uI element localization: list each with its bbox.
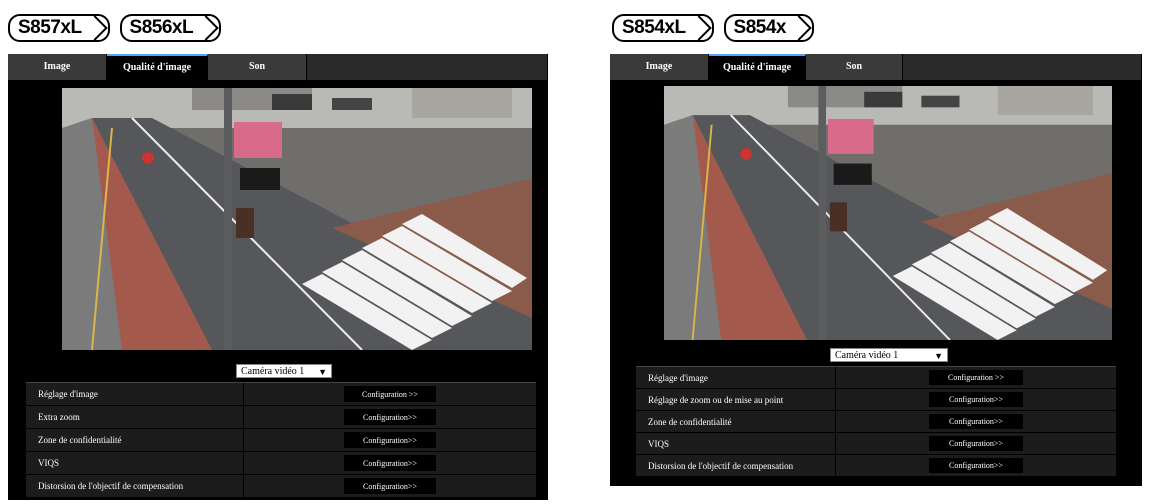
row-cell: Configuration>> (244, 406, 536, 428)
tab-audio[interactable]: Son (208, 54, 307, 80)
row-label: Réglage de zoom ou de mise au point (636, 389, 836, 410)
left-model-badges: S857xL S856xL (8, 14, 222, 42)
tab-bar-filler (307, 54, 548, 80)
camera-live-image (664, 86, 1112, 340)
settings-row: Réglage de zoom ou de mise au point Conf… (636, 389, 1116, 411)
row-cell: Configuration>> (244, 429, 536, 451)
settings-row: Réglage d'image Configuration >> (26, 383, 536, 406)
configuration-button[interactable]: Configuration>> (929, 414, 1023, 429)
configuration-button[interactable]: Configuration>> (344, 455, 436, 471)
chevron-down-icon: ▼ (318, 367, 327, 377)
row-label: Réglage d'image (636, 367, 836, 388)
tab-audio[interactable]: Son (806, 54, 903, 80)
right-camera-panel: Image Qualité d'image Son Caméra vidéo 1… (610, 54, 1142, 486)
camera-select[interactable]: Caméra vidéo 1 ▼ (830, 348, 948, 362)
configuration-button[interactable]: Configuration>> (929, 458, 1023, 473)
configuration-button[interactable]: Configuration>> (929, 392, 1023, 407)
settings-table: Réglage d'image Configuration >> Extra z… (26, 382, 536, 499)
row-label: Distorsion de l'objectif de compensation (636, 455, 836, 476)
settings-row: Distorsion de l'objectif de compensation… (636, 455, 1116, 477)
settings-row: VIQS Configuration>> (26, 452, 536, 475)
row-cell: Configuration>> (836, 455, 1116, 476)
model-badge: S856xL (119, 14, 222, 42)
row-cell: Configuration>> (836, 411, 1116, 432)
row-label: Zone de confidentialité (26, 429, 244, 451)
row-label: Distorsion de l'objectif de compensation (26, 475, 244, 497)
configuration-button[interactable]: Configuration >> (344, 386, 436, 402)
configuration-button[interactable]: Configuration>> (344, 478, 436, 494)
settings-row: Extra zoom Configuration>> (26, 406, 536, 429)
configuration-button[interactable]: Configuration >> (929, 370, 1023, 385)
settings-table: Réglage d'image Configuration >> Réglage… (636, 366, 1116, 481)
settings-row: Distorsion de l'objectif de compensation… (26, 475, 536, 498)
row-label: Extra zoom (26, 406, 244, 428)
row-cell: Configuration>> (836, 389, 1116, 410)
row-cell: Configuration >> (836, 367, 1116, 388)
tab-image-quality[interactable]: Qualité d'image (107, 54, 208, 80)
row-cell: Configuration>> (244, 452, 536, 474)
tab-image[interactable]: Image (610, 54, 709, 80)
camera-live-image (62, 88, 532, 350)
settings-row: Réglage d'image Configuration >> (636, 367, 1116, 389)
tab-bar: Image Qualité d'image Son (610, 54, 1142, 80)
tab-bar: Image Qualité d'image Son (8, 54, 548, 80)
tab-image[interactable]: Image (8, 54, 107, 80)
configuration-button[interactable]: Configuration>> (344, 432, 436, 448)
settings-row: Zone de confidentialité Configuration>> (26, 429, 536, 452)
chevron-down-icon: ▼ (934, 351, 943, 361)
camera-select[interactable]: Caméra vidéo 1 ▼ (236, 364, 332, 378)
camera-select-value: Caméra vidéo 1 (241, 366, 305, 377)
model-badge: S854xL (612, 14, 714, 42)
configuration-button[interactable]: Configuration>> (929, 436, 1023, 451)
camera-select-value: Caméra vidéo 1 (835, 350, 899, 361)
row-label: VIQS (26, 452, 244, 474)
row-cell: Configuration>> (244, 475, 536, 497)
tab-image-quality[interactable]: Qualité d'image (709, 54, 806, 80)
right-model-badges: S854xL S854x (612, 14, 814, 42)
model-badge: S857xL (8, 14, 110, 42)
row-cell: Configuration>> (836, 433, 1116, 454)
left-camera-panel: Image Qualité d'image Son Caméra vidéo 1… (8, 54, 548, 500)
row-label: VIQS (636, 433, 836, 454)
row-cell: Configuration >> (244, 383, 536, 405)
settings-row: VIQS Configuration>> (636, 433, 1116, 455)
tab-bar-filler (903, 54, 1142, 80)
model-badge: S854x (723, 14, 814, 42)
row-label: Zone de confidentialité (636, 411, 836, 432)
configuration-button[interactable]: Configuration>> (344, 409, 436, 425)
settings-row: Zone de confidentialité Configuration>> (636, 411, 1116, 433)
row-label: Réglage d'image (26, 383, 244, 405)
